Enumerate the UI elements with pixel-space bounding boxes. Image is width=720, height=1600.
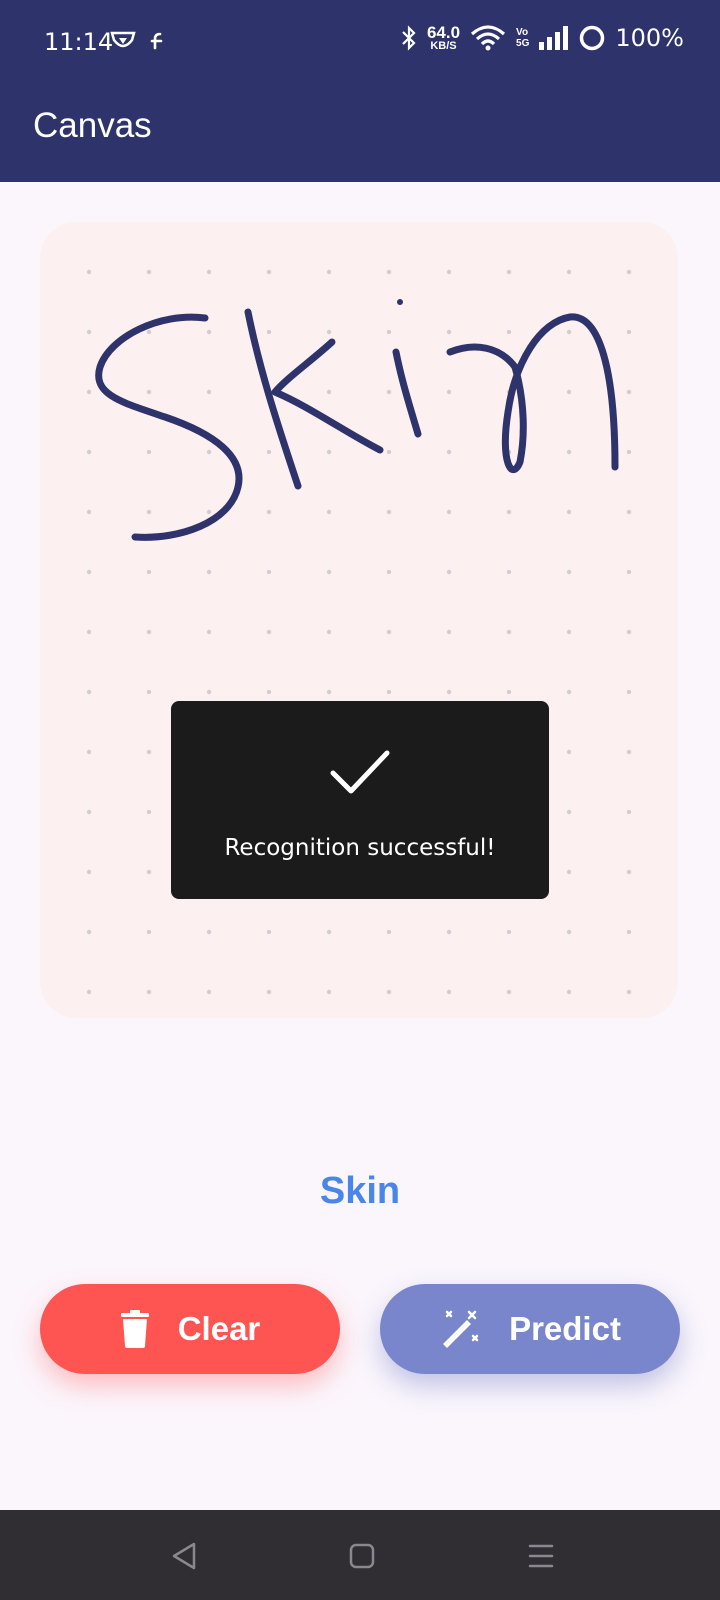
- battery-percent: 100%: [615, 24, 684, 52]
- net-speed-value: 64.0: [426, 23, 461, 42]
- predict-button-label: Predict: [509, 1310, 621, 1347]
- net-speed: 64.0 KB/S: [427, 24, 460, 52]
- vpn-shield-icon: [110, 31, 136, 48]
- signal-icon: [539, 26, 569, 50]
- clear-button-label: Clear: [177, 1310, 261, 1347]
- menu-icon[interactable]: [523, 1538, 559, 1574]
- stroke-letter-i-dot: [397, 299, 403, 305]
- net-speed-unit: KB/S: [430, 40, 457, 52]
- status-bar: 11:14 64.0 KB/S Vo 5G 100%: [0, 0, 720, 82]
- stroke-letter-i: [392, 348, 422, 438]
- bluetooth-icon: [402, 25, 416, 51]
- volte-badge: Vo 5G: [516, 27, 529, 49]
- status-time: 11:14: [44, 28, 114, 56]
- magic-wand-icon: [443, 1310, 479, 1348]
- stroke-letter-n: [446, 313, 619, 473]
- volte-bottom: 5G: [516, 38, 530, 49]
- predict-button[interactable]: Predict: [380, 1284, 680, 1374]
- trash-icon: [120, 1310, 149, 1348]
- clear-button[interactable]: Clear: [40, 1284, 340, 1374]
- stroke-letter-s: [95, 313, 243, 541]
- page-title: Canvas: [33, 106, 152, 145]
- system-nav-bar: [0, 1510, 720, 1600]
- app-bar: Canvas: [0, 82, 720, 182]
- drawing-canvas[interactable]: Recognition successful!: [40, 222, 678, 1018]
- toast: Recognition successful!: [171, 701, 549, 899]
- wifi-icon: [470, 25, 506, 51]
- flash-icon: [150, 32, 163, 50]
- check-icon: [330, 750, 390, 794]
- back-icon[interactable]: [166, 1538, 202, 1574]
- battery-ring-icon: [580, 25, 605, 51]
- toast-message: Recognition successful!: [224, 835, 496, 861]
- home-icon[interactable]: [344, 1538, 380, 1574]
- volte-top: Vo: [516, 27, 529, 38]
- recognition-result: Skin: [319, 1170, 401, 1212]
- stroke-letter-k-diagonal: [271, 338, 384, 454]
